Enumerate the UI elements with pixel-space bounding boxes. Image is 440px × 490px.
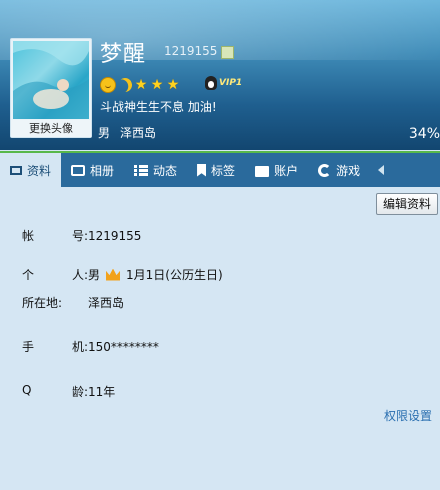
star-icon: ★ — [134, 77, 148, 93]
tab-label: 相册 — [90, 163, 115, 178]
avatar[interactable]: 更换头像 — [10, 38, 92, 138]
location-label: 所在地: — [22, 294, 88, 311]
qage-value: 11年 — [88, 385, 116, 399]
personal-label: 个 人: — [22, 266, 88, 283]
briefcase-icon — [255, 165, 270, 177]
qq-number: 1219155 — [164, 44, 218, 58]
game-icon — [318, 163, 332, 177]
label-part: 人: — [71, 268, 88, 282]
tab-games[interactable]: 游戏 — [308, 153, 370, 187]
account-row: 帐 号: 1219155 — [22, 227, 141, 244]
personal-gender: 男 — [88, 268, 101, 282]
nickname: 梦醒 — [100, 42, 147, 67]
completion-percent: 34% — [408, 126, 440, 142]
avatar-image — [13, 41, 89, 119]
profile-card-icon — [10, 165, 22, 175]
location-row: 所在地: 泽西岛 — [22, 294, 124, 311]
label-part: 所在地: — [22, 296, 63, 310]
qage-row: Q 龄: 11年 — [22, 383, 115, 400]
tab-label: 游戏 — [336, 163, 361, 178]
label-part: 机: — [71, 340, 88, 354]
permission-settings-link[interactable]: 权限设置 — [384, 407, 432, 424]
sun-icon — [100, 77, 116, 93]
tab-label: 账户 — [274, 163, 299, 178]
moon-icon — [116, 76, 134, 94]
feed-list-icon — [134, 164, 149, 176]
tab-scroll-left-icon[interactable] — [370, 153, 385, 187]
location-value: 泽西岛 — [88, 296, 125, 310]
phone-label: 手 机: — [22, 338, 88, 355]
level-icons[interactable]: ★ ★ ★ — [100, 77, 180, 93]
tab-account[interactable]: 账户 — [245, 153, 308, 187]
qage-label: Q 龄: — [22, 383, 88, 400]
label-part: 手 — [22, 340, 35, 354]
personal-birthday: 1月1日(公历生日) — [126, 268, 223, 282]
tab-tags[interactable]: 标签 — [187, 153, 245, 187]
profile-header: 更换头像 梦醒 1219155 ★ ★ ★ VIP1 斗战神生生不息 加油! 男… — [0, 0, 440, 150]
label-part: 个 — [22, 268, 35, 282]
label-part: 龄: — [71, 385, 88, 399]
signature[interactable]: 斗战神生生不息 加油! — [100, 98, 217, 115]
star-icon: ★ — [150, 77, 164, 93]
label-part: 号: — [71, 229, 88, 243]
gender-location: 男 泽西岛 — [98, 124, 156, 141]
personal-row: 个 人: 男 1月1日(公历生日) — [22, 266, 223, 283]
gender: 男 — [98, 126, 111, 140]
star-icon: ★ — [166, 77, 180, 93]
phone-row: 手 机: 150******** — [22, 338, 159, 355]
change-avatar-button[interactable]: 更换头像 — [11, 120, 91, 137]
tab-album[interactable]: 相册 — [61, 153, 124, 187]
tab-label: 资料 — [27, 163, 52, 178]
bookmark-icon — [197, 163, 207, 177]
tab-label: 动态 — [153, 163, 178, 178]
edit-profile-button[interactable]: 编辑资料 — [375, 193, 438, 215]
penguin-icon — [205, 76, 217, 90]
tab-bar: 资料 相册 动态 标签 账户 游戏 — [0, 151, 440, 187]
location: 泽西岛 — [120, 126, 157, 140]
phone-value: 150******** — [88, 339, 159, 354]
edit-note-icon[interactable] — [221, 46, 234, 59]
tab-label: 标签 — [211, 163, 236, 178]
tab-feed[interactable]: 动态 — [124, 153, 187, 187]
vip-badge[interactable]: VIP1 — [205, 76, 242, 90]
crown-icon — [106, 268, 121, 281]
tab-profile[interactable]: 资料 — [0, 153, 62, 187]
account-value: 1219155 — [88, 228, 142, 243]
vip-label: VIP1 — [219, 78, 243, 88]
account-label: 帐 号: — [22, 227, 88, 244]
photo-icon — [71, 164, 86, 176]
profile-content: 编辑资料 帐 号: 1219155 个 人: 男 1月1日(公历生日) 所在地:… — [0, 187, 440, 490]
label-part: Q — [22, 383, 32, 397]
label-part: 帐 — [22, 229, 35, 243]
